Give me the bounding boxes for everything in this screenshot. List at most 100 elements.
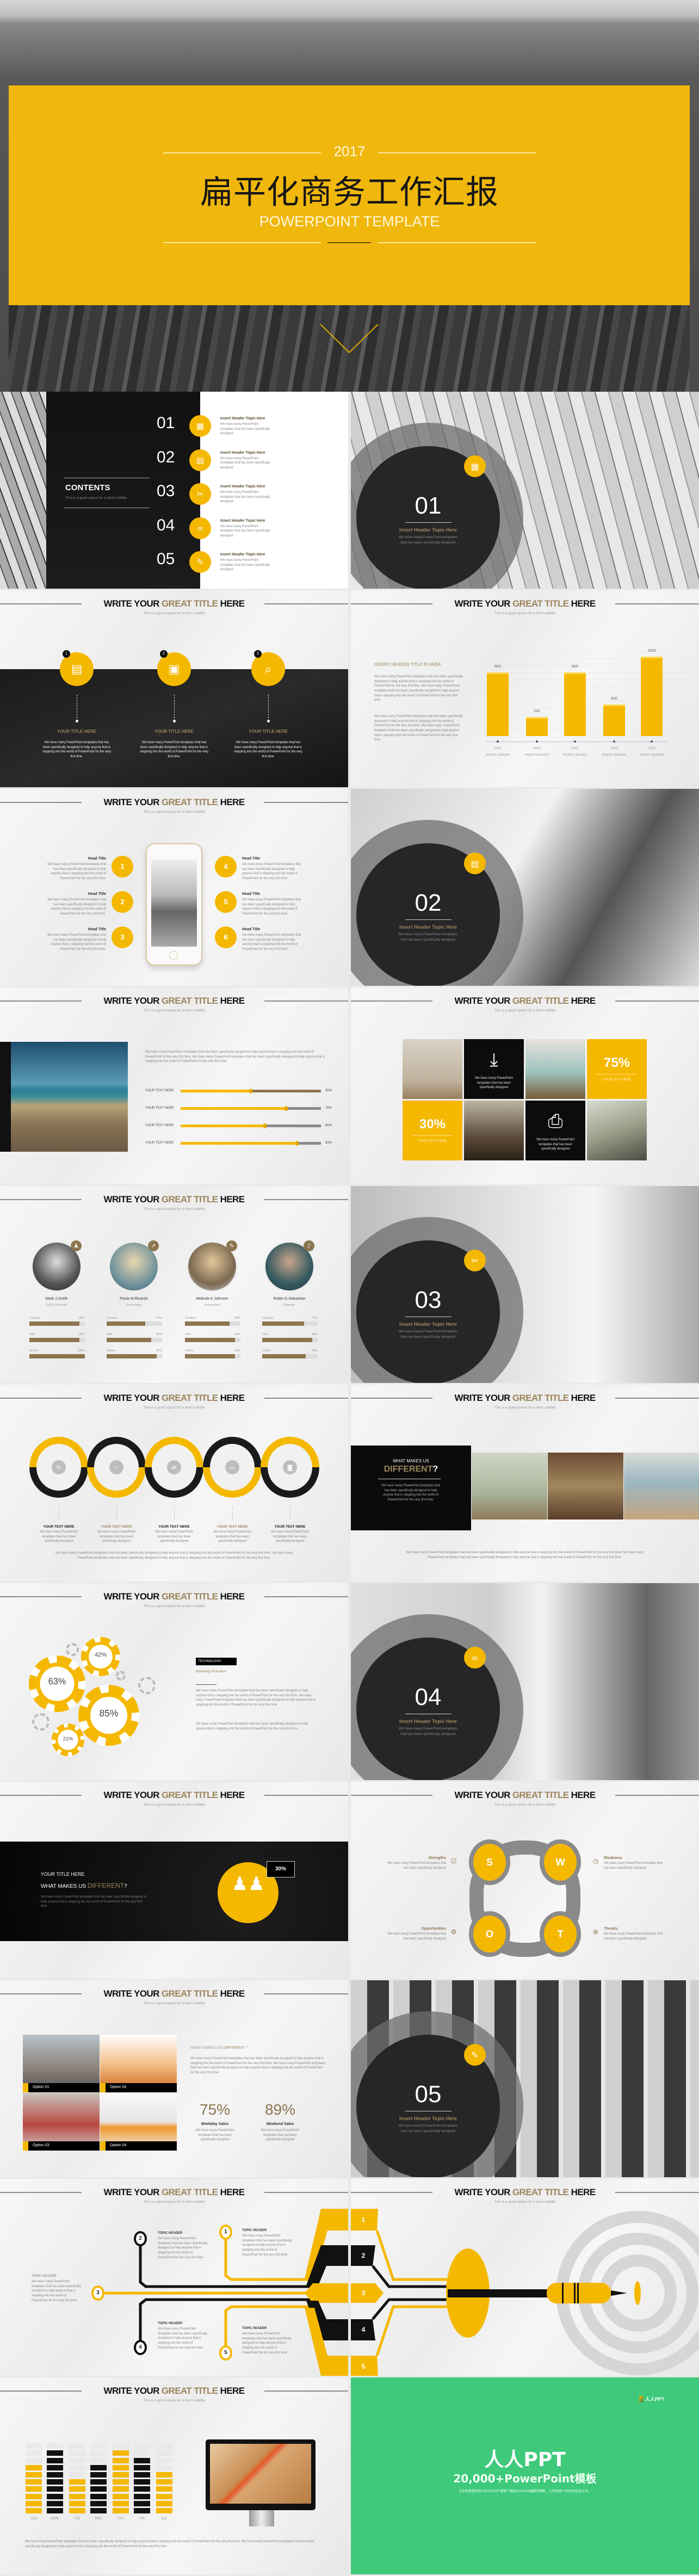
- contents-item[interactable]: 01 ▦ Insert Header Topic Here We have many …: [152, 412, 337, 440]
- option-marker: [100, 2083, 106, 2092]
- slide-ending[interactable]: 人人PPT 人人PPT 20,000+PowerPoint模板 为您免费提供各行各业的…: [351, 2377, 699, 2574]
- equalizer-block-filled: [90, 2493, 107, 2499]
- section-topic: Insert Header Topic Here: [399, 1719, 457, 1724]
- grid-tile[interactable]: [525, 1039, 585, 1099]
- title-part: HERE: [218, 1194, 245, 1204]
- equalizer-block-filled: [47, 2508, 63, 2513]
- slide-gears[interactable]: WRITE YOUR GREAT TITLE HERE This is a goo…: [0, 1583, 348, 1780]
- dart-tip: [611, 2290, 627, 2296]
- swot-letter: T: [544, 1916, 577, 1953]
- chevron-down-icon[interactable]: [318, 322, 381, 355]
- slide-section-02[interactable]: ▤ 02 Insert Header Topic Here We have many …: [351, 789, 699, 986]
- slide-section-04[interactable]: ∞ 04 Insert Header Topic Here We have many …: [351, 1583, 699, 1780]
- equalizer-block-filled: [26, 2508, 42, 2513]
- progress-handle[interactable]: [284, 1106, 288, 1111]
- contents-item[interactable]: 02 ▤ Insert Header Topic Here We have many …: [152, 447, 337, 474]
- slide-team[interactable]: WRITE YOUR GREAT TITLE HERE This is a goo…: [0, 1186, 348, 1383]
- route-node[interactable]: 2: [134, 2231, 147, 2246]
- slide-section-03[interactable]: ✂ 03 Insert Header Topic Here We have many …: [351, 1186, 699, 1383]
- contents-item[interactable]: 03 ✂ Insert Header Topic Here We have many …: [152, 480, 337, 508]
- slide-steps[interactable]: WRITE YOUR GREAT TITLE HERE This is a goo…: [0, 590, 348, 787]
- slide-rings[interactable]: WRITE YOUR GREAT TITLE HERE This is a goo…: [0, 1385, 348, 1582]
- route-node[interactable]: 4: [134, 2340, 147, 2355]
- skill-label: Online: [107, 1349, 115, 1352]
- route-node[interactable]: 5: [219, 2345, 232, 2361]
- options-heading: WHAT MAKES US DIFFERENT ?: [190, 2046, 248, 2050]
- contents-subtitle: This is a good space for a short subtitl…: [65, 496, 127, 500]
- skill-label: Creative: [262, 1317, 274, 1320]
- title-part: WRITE YOUR: [103, 996, 162, 1006]
- small-gear-icon: [66, 1643, 79, 1656]
- bar-value-label: 240: [534, 709, 540, 713]
- slide-progress[interactable]: WRITE YOUR GREAT TITLE HERE This is a goo…: [0, 987, 348, 1184]
- progress-handle[interactable]: [249, 1089, 252, 1094]
- route-node[interactable]: 3: [91, 2285, 104, 2301]
- member-name: Paula M.Ricardo: [120, 1297, 148, 1301]
- slide-swot[interactable]: WRITE YOUR GREAT TITLE HERE This is a goo…: [351, 1782, 699, 1979]
- section-topic: Insert Header Topic Here: [399, 2116, 457, 2121]
- grid-tile[interactable]: 30% YOUR TEXT HERE: [403, 1101, 462, 1160]
- route-node[interactable]: 1: [219, 2225, 232, 2240]
- slide-dart[interactable]: WRITE YOUR GREAT TITLE HERE This is a goo…: [351, 2179, 699, 2376]
- slide-options[interactable]: WRITE YOUR GREAT TITLE HERE This is a goo…: [0, 1980, 348, 2177]
- equalizer-block-filled: [113, 2450, 129, 2456]
- slide-section-05[interactable]: ✎ 05 Insert Header Topic Here We have many …: [351, 1980, 699, 2177]
- slide-subtitle: This is a good space for a short subtitl…: [494, 1009, 556, 1012]
- slide-equalizer[interactable]: WRITE YOUR GREAT TITLE HERE This is a goo…: [0, 2377, 348, 2574]
- skill-fill: [107, 1321, 146, 1326]
- main-title: 扁平化商务工作汇报: [200, 174, 499, 212]
- grid-tile[interactable]: ⤓ We have many PowerPoint templates that …: [464, 1039, 524, 1099]
- slide-bar-chart[interactable]: WRITE YOUR GREAT TITLE HERE This is a goo…: [351, 590, 699, 787]
- progress-handle[interactable]: [295, 1141, 299, 1146]
- grid-tile[interactable]: ⎙ We have many PowerPoint templates that …: [525, 1101, 585, 1160]
- title-rule-right: [264, 1596, 348, 1597]
- slide-different[interactable]: WRITE YOUR GREAT TITLE HERE This is a goo…: [351, 1385, 699, 1582]
- section-topic: Insert Header Topic Here: [399, 924, 457, 930]
- skill-label: Creative: [185, 1317, 196, 1320]
- rings-paragraph: We have many PowerPoint templates that h…: [55, 1552, 293, 1560]
- technology-sub: Marketing Infomation: [196, 1670, 227, 1673]
- progress-handle[interactable]: [263, 1123, 267, 1128]
- grid-tile[interactable]: [464, 1101, 524, 1160]
- skill-value: 75%: [311, 1317, 318, 1320]
- band-number: 4: [361, 2326, 366, 2333]
- feature-desc: We have many PowerPoint templates that h…: [242, 863, 301, 881]
- contents-item[interactable]: 04 ∞ Insert Header Topic Here We have many …: [152, 515, 337, 542]
- option-tile[interactable]: Option 01: [23, 2035, 100, 2092]
- slide-banner[interactable]: WRITE YOUR GREAT TITLE HERE This is a goo…: [0, 1782, 348, 1979]
- contents-heading: CONTENTS: [65, 483, 110, 492]
- grid-tile[interactable]: 75% YOUR TEXT HERE: [587, 1039, 647, 1099]
- x-tick-label: SAT: [161, 2517, 168, 2521]
- slide-tile-grid[interactable]: WRITE YOUR GREAT TITLE HERE This is a goo…: [351, 987, 699, 1184]
- ending-subtitle: 20,000+PowerPoint模板: [453, 2472, 597, 2485]
- monitor-icon: ▭: [225, 1460, 239, 1474]
- option-tile[interactable]: Option 03: [23, 2093, 100, 2151]
- title-part: HERE: [218, 598, 245, 609]
- grid-tile[interactable]: [403, 1039, 462, 1099]
- grid-tile[interactable]: [587, 1101, 647, 1160]
- item-title: Insert Header Topic Here: [220, 485, 265, 489]
- close-circle-icon: ⊗: [592, 1928, 599, 1936]
- progress-label: YOUR TEXT HERE: [145, 1124, 174, 1127]
- slide-section-01[interactable]: ▦ 01 Insert Header Topic Here We have many …: [351, 392, 699, 589]
- bar-value-label: 1000: [647, 649, 656, 653]
- slide-roadmap[interactable]: WRITE YOUR GREAT TITLE HERE This is a goo…: [0, 2179, 348, 2376]
- ring-title: YOUR TEXT HERE: [101, 1525, 132, 1529]
- contents-item[interactable]: 05 ✎ Insert Header Topic Here We have many …: [152, 548, 337, 576]
- option-tile[interactable]: Option 02: [100, 2035, 177, 2092]
- step-dot: [76, 720, 78, 722]
- step-desc: We have many PowerPoint templates that h…: [42, 741, 111, 759]
- progress-fill: [181, 1107, 286, 1110]
- section-desc: We have many PowerPoint templates that h…: [398, 932, 458, 942]
- section-desc: We have many PowerPoint templates that h…: [398, 1330, 458, 1339]
- skill-value: 80%: [156, 1333, 162, 1336]
- technology-tag: TECHNOLOGH: [196, 1658, 237, 1665]
- topic-header: TOPIC HEADER: [32, 2275, 57, 2278]
- slide-phone-features[interactable]: WRITE YOUR GREAT TITLE HERE This is a goo…: [0, 789, 348, 986]
- title-part: WRITE YOUR: [103, 797, 162, 807]
- title-highlight: GREAT TITLE: [512, 1393, 569, 1403]
- funnel-band-3: [305, 2283, 348, 2303]
- equalizer-block-filled: [90, 2508, 107, 2513]
- slide-contents[interactable]: CONTENTS This is a good space for a short…: [0, 392, 348, 589]
- option-tile[interactable]: Option 04: [100, 2093, 177, 2151]
